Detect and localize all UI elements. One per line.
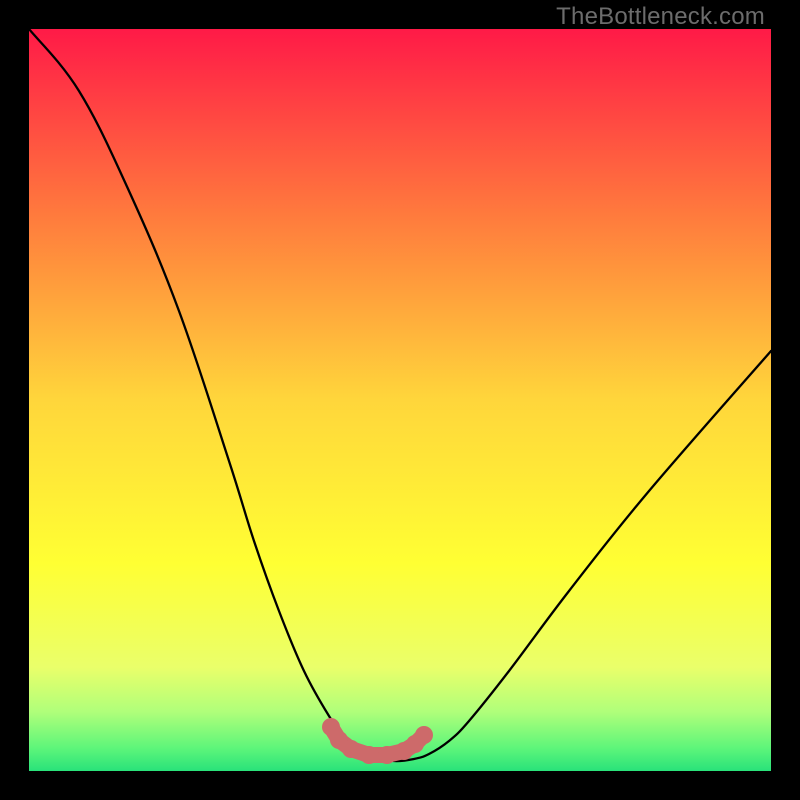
marker-group — [322, 718, 433, 764]
marker-dot — [360, 746, 378, 764]
chart-plot-area — [29, 29, 771, 771]
marker-dot — [415, 726, 433, 744]
marker-dot — [378, 746, 396, 764]
bottleneck-curve — [29, 29, 771, 761]
chart-curve-layer — [29, 29, 771, 771]
watermark-text: TheBottleneck.com — [556, 3, 765, 31]
marker-dot — [342, 740, 360, 758]
